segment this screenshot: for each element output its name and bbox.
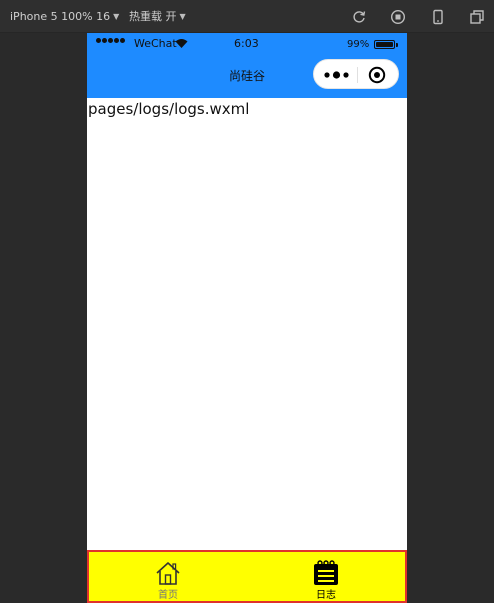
chevron-down-icon: ▼ [113,12,120,21]
device-selector-label: iPhone 5 100% 16 [10,10,111,23]
tab-logs[interactable]: 日志 [247,552,405,601]
capsule-divider [357,67,358,83]
battery-tip [396,43,398,47]
menu-capsule [313,59,399,89]
status-time: 6:03 [234,37,259,50]
home-icon [156,562,180,585]
hot-reload-label: 热重载 开 [129,10,177,23]
wifi-icon [175,39,188,48]
tab-home[interactable]: 首页 [89,552,247,601]
battery-fill [376,42,393,47]
battery-icon [374,40,395,49]
battery-percent: 99% [347,39,370,50]
page-path-text: pages/logs/logs.wxml [88,100,250,118]
stop-icon[interactable] [390,9,406,25]
log-icon [314,560,338,585]
tab-home-label: 首页 [158,590,178,601]
refresh-icon[interactable] [351,9,367,25]
tab-logs-label: 日志 [316,590,336,601]
devtools-toolbar: iPhone 5 100% 16 ▼ 热重载 开 ▼ [0,0,494,33]
tab-bar: 首页 日志 [87,550,407,603]
phone-preview-icon[interactable] [430,9,446,25]
carrier-name: WeChat [134,37,177,50]
device-selector[interactable]: iPhone 5 100% 16 ▼ [10,10,119,24]
hot-reload-toggle[interactable]: 热重载 开 ▼ [129,10,186,24]
signal-icon [96,38,126,43]
close-icon[interactable] [368,66,386,84]
more-icon[interactable] [324,69,349,81]
chevron-down-icon: ▼ [179,12,186,21]
navigation-bar: 尚硅谷 [87,55,407,98]
phone-simulator: WeChat 6:03 99% 尚硅谷 pages/logs/logs.wxml [87,33,407,603]
window-icon[interactable] [469,9,485,25]
page-content: pages/logs/logs.wxml [87,98,407,550]
status-bar: WeChat 6:03 99% [87,33,407,55]
